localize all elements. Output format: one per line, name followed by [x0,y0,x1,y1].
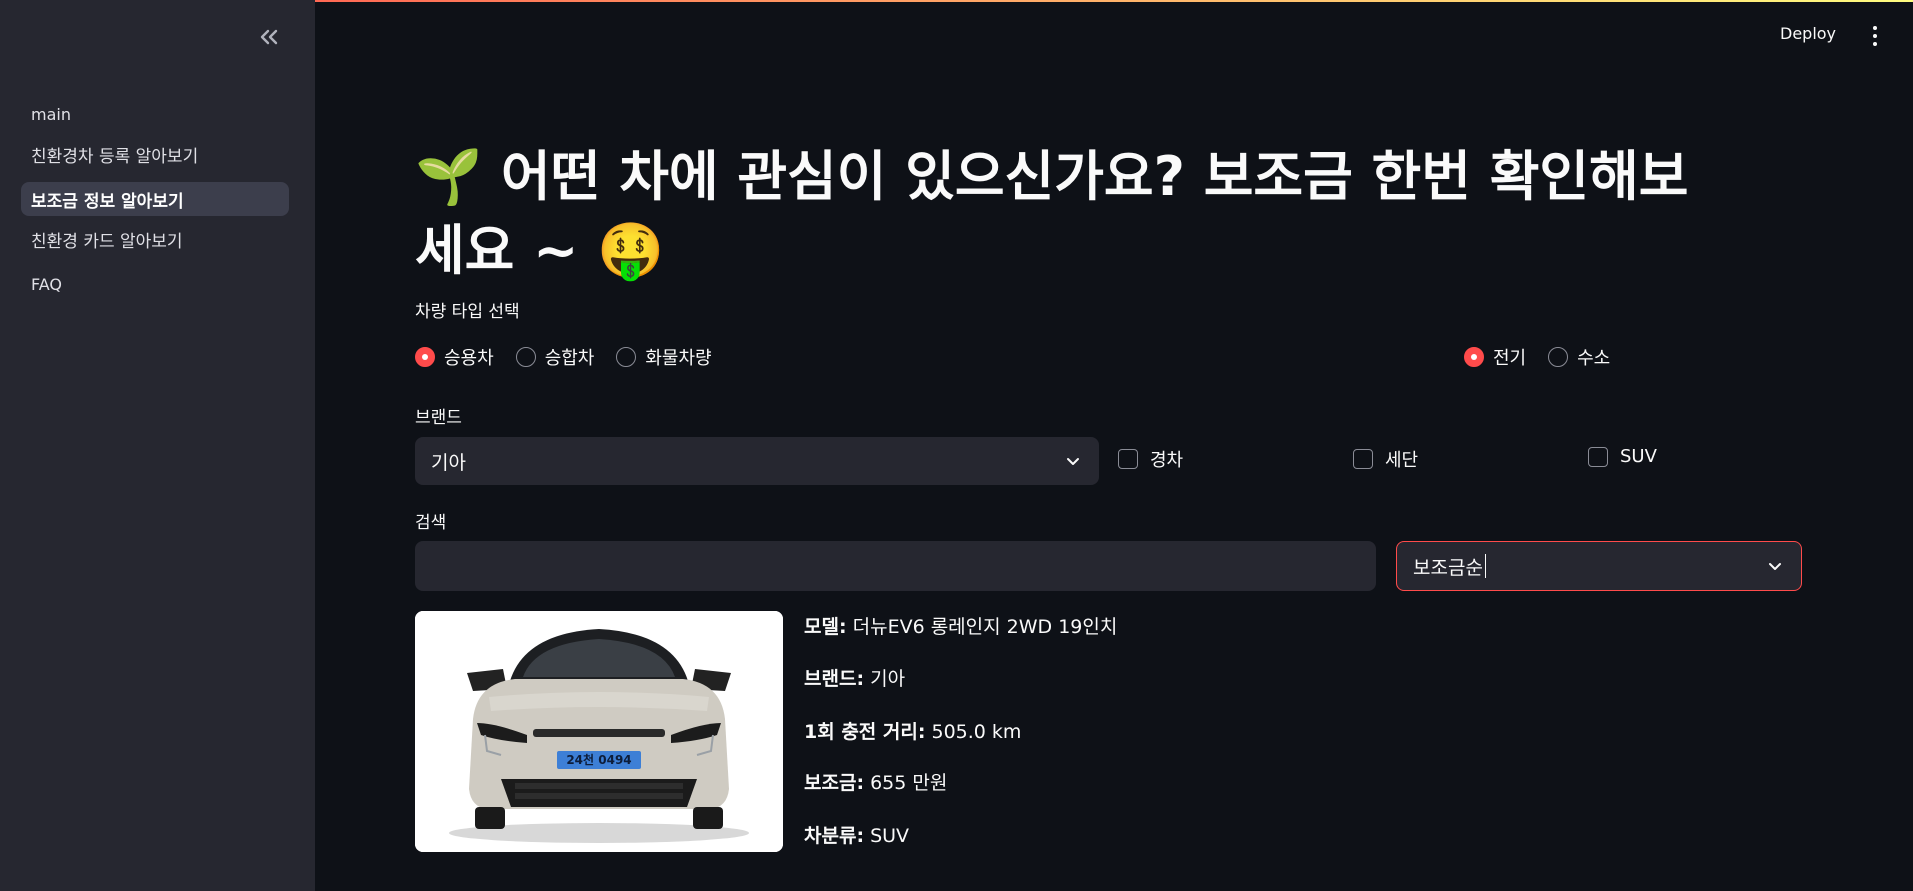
info-key: 모델: [804,616,847,638]
info-key: 1회 충전 거리: [804,721,926,743]
brand-select-value: 기아 [431,451,466,474]
result-range: 1회 충전 거리: 505.0 km [804,717,1021,744]
sidebar-item-faq[interactable]: FAQ [21,267,289,301]
car-photo-illustration: 24천 0494 [415,611,783,852]
checkbox-sedan[interactable]: 세단 [1353,446,1418,472]
radio-unselected-icon [515,347,536,367]
page-title-line-1: 🌱 어떤 차에 관심이 있으신가요? 보조금 한번 확인해보 [415,145,1689,208]
info-value: 더뉴EV6 롱레인지 2WD 19인치 [852,616,1118,638]
info-value: SUV [870,825,910,847]
text-cursor [1484,554,1487,578]
radio-electric[interactable]: 전기 [1464,344,1526,370]
result-classification: 차분류: SUV [804,821,909,848]
page-title-line-2: 세요 ~ 🤑 [415,219,665,282]
sidebar-item-label: FAQ [31,274,62,294]
checkbox-unchecked-icon [1118,449,1138,469]
sidebar: main 친환경차 등록 알아보기 보조금 정보 알아보기 친환경 카드 알아보… [0,0,315,891]
license-plate-text: 24천 0494 [566,752,631,767]
result-model: 모델: 더뉴EV6 롱레인지 2WD 19인치 [804,612,1117,639]
sort-select[interactable]: 보조금순 [1396,541,1802,591]
collapse-sidebar-button[interactable] [255,24,283,50]
double-chevron-left-icon [260,29,278,45]
vehicle-type-label: 차량 타입 선택 [415,302,520,322]
radio-hydrogen[interactable]: 수소 [1548,344,1610,370]
checkbox-unchecked-icon [1353,449,1373,469]
sidebar-item-label: 친환경차 등록 알아보기 [31,146,199,167]
radio-selected-icon [1464,347,1484,367]
info-key: 보조금: [804,772,865,794]
checkbox-suv[interactable]: SUV [1588,446,1657,467]
radio-passenger-car[interactable]: 승용차 [415,344,494,370]
chevron-down-icon [1067,458,1079,465]
main-menu-icon[interactable] [1866,24,1884,48]
info-value: 505.0 km [931,721,1022,743]
radio-selected-icon [415,347,435,367]
radio-unselected-icon [1548,347,1569,367]
search-input[interactable] [415,541,1376,591]
sidebar-item-eco-card[interactable]: 친환경 카드 알아보기 [21,222,289,256]
radio-label: 승용차 [444,348,494,369]
info-value: 기아 [870,668,906,690]
sidebar-item-eco-car-registration[interactable]: 친환경차 등록 알아보기 [21,137,289,171]
result-brand: 브랜드: 기아 [804,664,905,691]
radio-truck[interactable]: 화물차량 [616,344,712,370]
result-subsidy: 보조금: 655 만원 [804,768,947,795]
brand-select[interactable]: 기아 [415,437,1099,485]
deploy-button[interactable]: Deploy [1780,24,1836,43]
radio-label: 승합차 [544,348,595,369]
checkbox-unchecked-icon [1588,446,1608,467]
radio-label: 전기 [1493,348,1527,369]
sidebar-item-main[interactable]: main [21,97,289,131]
chevron-down-icon [1769,563,1781,570]
radio-unselected-icon [616,347,637,367]
sidebar-item-label: 보조금 정보 알아보기 [31,191,184,212]
radio-van[interactable]: 승합차 [515,344,595,370]
fuel-type-radio-group: 전기 수소 [1464,344,1610,370]
sort-select-value: 보조금순 [1413,556,1483,579]
checkbox-label: SUV [1620,446,1657,467]
search-label: 검색 [415,513,447,533]
sidebar-item-subsidy-info[interactable]: 보조금 정보 알아보기 [21,182,289,216]
info-key: 차분류: [804,825,865,847]
brand-label: 브랜드 [415,408,462,428]
page-title: 🌱 어떤 차에 관심이 있으신가요? 보조금 한번 확인해보 세요 ~ 🤑 [415,140,1815,288]
vehicle-type-radio-group: 승용차 승합차 화물차량 [415,344,712,370]
car-image: 24천 0494 [415,611,783,852]
info-key: 브랜드: [804,668,865,690]
checkbox-compact-car[interactable]: 경차 [1118,446,1183,472]
radio-label: 화물차량 [645,348,712,369]
sidebar-item-label: main [31,104,71,124]
checkbox-label: 세단 [1385,450,1419,471]
checkbox-label: 경차 [1150,450,1184,471]
info-value: 655 만원 [870,772,948,794]
sidebar-item-label: 친환경 카드 알아보기 [31,231,183,252]
radio-label: 수소 [1577,348,1611,369]
